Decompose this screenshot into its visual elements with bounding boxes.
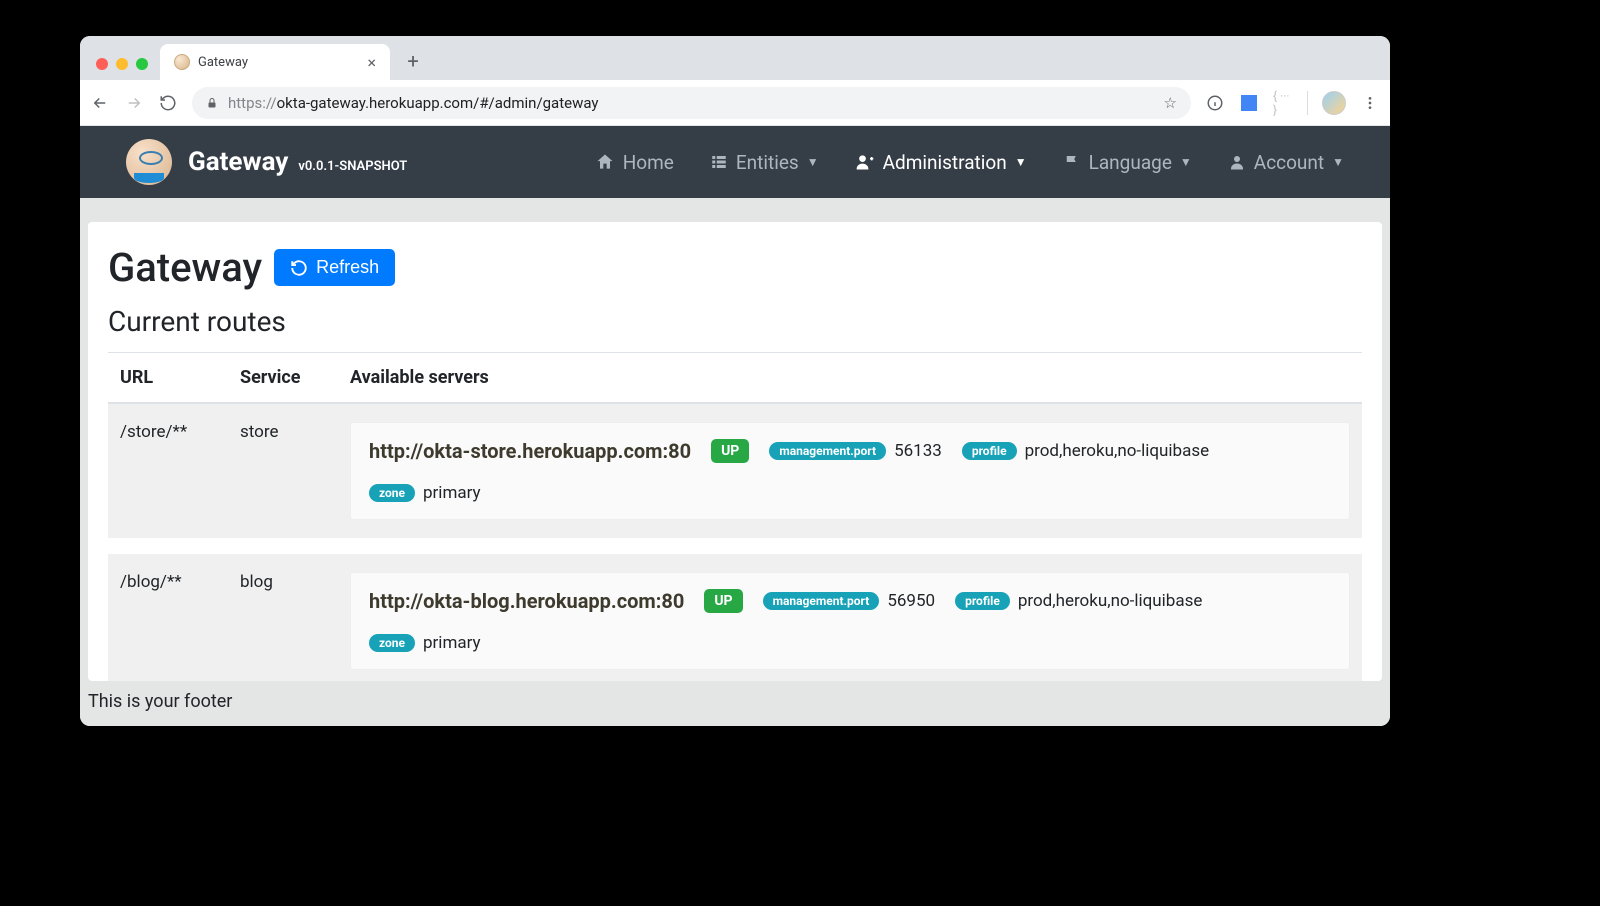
meta-mgmt-port: management.port 56950 — [763, 591, 936, 611]
route-url: /blog/** — [108, 546, 228, 681]
server-box: http://okta-store.herokuapp.com:80 UP ma… — [350, 422, 1350, 520]
meta-profile: profile prod,heroku,no-liquibase — [962, 441, 1209, 461]
refresh-label: Refresh — [316, 257, 379, 278]
profile-label: profile — [962, 442, 1017, 460]
nav-account[interactable]: Account ▼ — [1228, 151, 1344, 174]
page-title-row: Gateway Refresh — [108, 244, 1362, 291]
page-card: Gateway Refresh Current routes URL Servi… — [88, 222, 1382, 681]
table-row: /blog/** blog http://okta-blog.herokuapp… — [108, 546, 1362, 681]
user-icon — [1228, 153, 1246, 171]
nav-entities[interactable]: Entities ▼ — [710, 151, 819, 174]
zone-label: zone — [369, 634, 415, 652]
brand-version: v0.0.1-SNAPSHOT — [298, 159, 407, 174]
footer: This is your footer — [80, 681, 1390, 726]
nav-administration[interactable]: Administration ▼ — [855, 151, 1027, 174]
col-url: URL — [108, 353, 228, 404]
new-tab-button[interactable]: + — [398, 46, 428, 76]
chevron-down-icon: ▼ — [1015, 155, 1027, 169]
forward-button[interactable] — [124, 93, 144, 113]
routes-table: URL Service Available servers /store/** … — [108, 352, 1362, 681]
profile-avatar[interactable] — [1322, 91, 1346, 115]
mgmt-port-value: 56133 — [894, 441, 942, 461]
mgmt-port-label: management.port — [763, 592, 880, 610]
app-navbar: Gateway v0.0.1-SNAPSHOT Home Entities ▼ — [80, 126, 1390, 198]
profile-value: prod,heroku,no-liquibase — [1025, 441, 1210, 461]
user-plus-icon — [855, 152, 875, 172]
nav-home-label: Home — [623, 151, 674, 174]
col-servers: Available servers — [338, 353, 1362, 404]
nav-account-label: Account — [1254, 151, 1324, 174]
url-text: https://okta-gateway.herokuapp.com/#/adm… — [228, 94, 599, 112]
list-icon — [710, 153, 728, 171]
meta-profile: profile prod,heroku,no-liquibase — [955, 591, 1202, 611]
page-subtitle: Current routes — [108, 305, 1362, 338]
window-controls[interactable] — [90, 58, 160, 80]
server-url: http://okta-blog.herokuapp.com:80 — [369, 589, 684, 613]
profile-label: profile — [955, 592, 1010, 610]
logo-icon — [126, 139, 172, 185]
tab-title: Gateway — [198, 55, 248, 70]
brand-name: Gateway — [188, 147, 288, 177]
close-tab-icon[interactable]: × — [367, 53, 376, 72]
zone-label: zone — [369, 484, 415, 502]
table-row: /store/** store http://okta-store.heroku… — [108, 403, 1362, 546]
nav-language-label: Language — [1089, 151, 1172, 174]
profile-value: prod,heroku,no-liquibase — [1018, 591, 1203, 611]
home-icon — [595, 152, 615, 172]
menu-icon[interactable] — [1360, 93, 1380, 113]
address-bar[interactable]: https://okta-gateway.herokuapp.com/#/adm… — [192, 87, 1191, 119]
chevron-down-icon: ▼ — [807, 155, 819, 169]
mgmt-port-label: management.port — [769, 442, 886, 460]
back-button[interactable] — [90, 93, 110, 113]
status-badge: UP — [711, 439, 749, 463]
browser-chrome: Gateway × + https://okta-gateway.herokua… — [80, 36, 1390, 126]
bookmark-icon[interactable]: ☆ — [1164, 94, 1177, 112]
mgmt-port-value: 56950 — [887, 591, 935, 611]
url-path: okta-gateway.herokuapp.com/#/admin/gatew… — [277, 94, 599, 112]
code-braces-icon[interactable]: { ··· } — [1273, 93, 1293, 113]
brand: Gateway v0.0.1-SNAPSHOT — [172, 147, 407, 177]
extension-icon[interactable] — [1239, 93, 1259, 113]
route-service: store — [228, 403, 338, 546]
meta-zone: zone primary — [369, 633, 481, 653]
refresh-icon — [290, 259, 308, 277]
maximize-window-icon[interactable] — [136, 58, 148, 70]
meta-mgmt-port: management.port 56133 — [769, 441, 942, 461]
server-url: http://okta-store.herokuapp.com:80 — [369, 439, 691, 463]
toolbar-divider — [1307, 91, 1308, 115]
chevron-down-icon: ▼ — [1332, 155, 1344, 169]
nav-entities-label: Entities — [736, 151, 799, 174]
tab-strip: Gateway × + — [80, 36, 1390, 80]
app-content: Gateway v0.0.1-SNAPSHOT Home Entities ▼ — [80, 126, 1390, 726]
nav-language[interactable]: Language ▼ — [1063, 151, 1192, 174]
route-service: blog — [228, 546, 338, 681]
close-window-icon[interactable] — [96, 58, 108, 70]
route-servers: http://okta-store.herokuapp.com:80 UP ma… — [338, 403, 1362, 546]
minimize-window-icon[interactable] — [116, 58, 128, 70]
nav-home[interactable]: Home — [595, 151, 674, 174]
favicon-icon — [174, 54, 190, 70]
browser-window: Gateway × + https://okta-gateway.herokua… — [80, 36, 1390, 726]
zone-value: primary — [423, 633, 481, 653]
nav-items: Home Entities ▼ Administration ▼ — [595, 151, 1344, 174]
refresh-button[interactable]: Refresh — [274, 249, 395, 286]
reload-button[interactable] — [158, 93, 178, 113]
url-scheme: https:// — [228, 94, 277, 112]
meta-zone: zone primary — [369, 483, 481, 503]
nav-administration-label: Administration — [883, 151, 1007, 174]
chevron-down-icon: ▼ — [1180, 155, 1192, 169]
route-servers: http://okta-blog.herokuapp.com:80 UP man… — [338, 546, 1362, 681]
col-service: Service — [228, 353, 338, 404]
server-box: http://okta-blog.herokuapp.com:80 UP man… — [350, 572, 1350, 670]
browser-tab[interactable]: Gateway × — [160, 44, 390, 80]
flag-icon — [1063, 153, 1081, 171]
info-icon[interactable] — [1205, 93, 1225, 113]
page-title: Gateway — [108, 244, 262, 291]
browser-toolbar: https://okta-gateway.herokuapp.com/#/adm… — [80, 80, 1390, 126]
lock-icon — [206, 96, 218, 110]
status-badge: UP — [704, 589, 742, 613]
zone-value: primary — [423, 483, 481, 503]
route-url: /store/** — [108, 403, 228, 546]
